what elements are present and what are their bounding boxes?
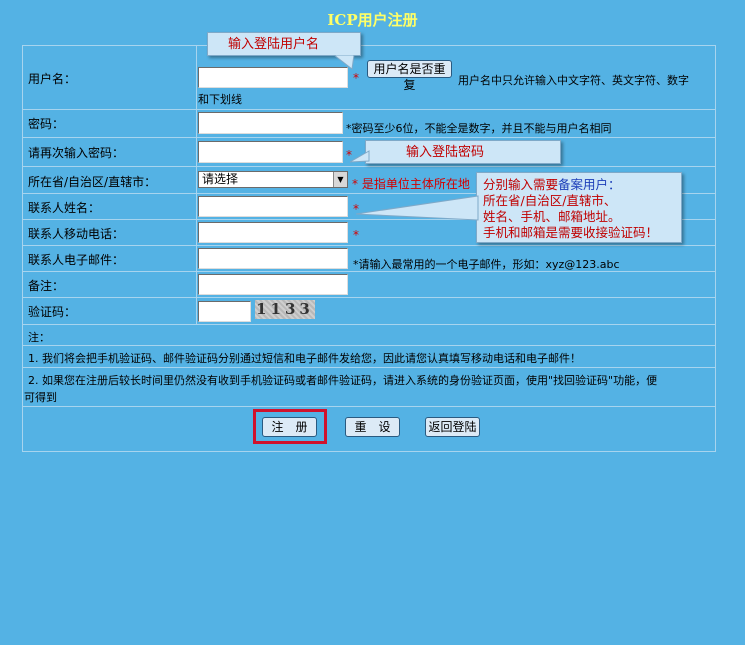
- check-username-button[interactable]: 用户名是否重复: [367, 60, 452, 92]
- note-2: 2. 如果您在注册后较长时间里仍然没有收到手机验证码或者邮件验证码，请进入系统的…: [28, 374, 658, 387]
- username-input[interactable]: [198, 67, 348, 88]
- username-tip-callout: 输入登陆用户名: [207, 32, 361, 56]
- row-divider: [23, 345, 715, 346]
- contact-tip-line2: 所在省/自治区/直辖市、: [483, 193, 617, 208]
- username-required-mark: *: [353, 71, 359, 85]
- password-confirm-input[interactable]: [198, 141, 343, 163]
- remark-input[interactable]: [198, 274, 348, 295]
- contact-email-hint: *请输入最常用的一个电子邮件，形如：xyz@123.abc: [353, 258, 620, 271]
- password-confirm-label: 请再次输入密码：: [28, 146, 125, 160]
- captcha-image[interactable]: 1133: [255, 300, 315, 319]
- note-2-continued: 可得到: [24, 391, 57, 404]
- contact-tip-callout: 分别输入需要备案用户： 所在省/自治区/直辖市、 姓名、手机、邮箱地址。 手机和…: [476, 172, 682, 243]
- province-label: 所在省/自治区/直辖市：: [28, 175, 157, 189]
- contact-name-label: 联系人姓名：: [28, 201, 101, 215]
- contact-email-label: 联系人电子邮件：: [28, 253, 125, 267]
- register-button[interactable]: 注 册: [262, 417, 317, 437]
- password-hint: *密码至少6位，不能全是数字，并且不能与用户名相同: [346, 122, 612, 135]
- row-divider: [23, 109, 715, 110]
- password-label: 密码：: [28, 117, 65, 131]
- note-1: 1. 我们将会把手机验证码、邮件验证码分别通过短信和电子邮件发给您，因此请您认真…: [28, 352, 581, 365]
- row-divider: [23, 137, 715, 138]
- row-divider: [23, 166, 715, 167]
- back-to-login-button[interactable]: 返回登陆: [425, 417, 480, 437]
- notes-heading: 注：: [28, 331, 50, 344]
- chevron-down-icon[interactable]: ▼: [333, 172, 347, 187]
- column-divider: [196, 46, 197, 324]
- contact-email-input[interactable]: [198, 248, 348, 269]
- contact-tip-line1: 分别输入需要: [483, 177, 559, 192]
- row-divider: [23, 245, 715, 246]
- province-hint: * 是指单位主体所在地: [352, 177, 470, 191]
- registration-form: [22, 45, 716, 452]
- contact-mobile-input[interactable]: [198, 222, 348, 243]
- username-hint-continued: 和下划线: [198, 93, 242, 106]
- captcha-label: 验证码：: [28, 305, 77, 319]
- callout-pointer: [350, 150, 370, 163]
- callout-pointer: [333, 55, 355, 70]
- password-tip-callout: 输入登陆密码: [365, 140, 561, 164]
- contact-name-input[interactable]: [198, 196, 348, 217]
- contact-tip-line3: 姓名、手机、邮箱地址。: [483, 209, 621, 224]
- username-label: 用户名：: [28, 72, 77, 86]
- callout-pointer: [356, 195, 479, 221]
- contact-mobile-required-mark: *: [353, 228, 359, 242]
- page-title: ICP用户注册: [327, 11, 418, 29]
- contact-tip-line4: 手机和邮箱是需要收接验证码！: [483, 225, 659, 240]
- contact-tip-line1-highlight: 备案用户：: [558, 177, 621, 192]
- row-divider: [23, 367, 715, 368]
- reset-button[interactable]: 重 设: [345, 417, 400, 437]
- contact-mobile-label: 联系人移动电话：: [28, 227, 125, 241]
- captcha-input[interactable]: [198, 301, 251, 322]
- row-divider: [23, 406, 715, 407]
- password-input[interactable]: [198, 112, 343, 134]
- remark-label: 备注：: [28, 279, 65, 293]
- row-divider: [23, 297, 715, 298]
- row-divider: [23, 324, 715, 325]
- province-selected-value: 请选择: [202, 172, 239, 186]
- province-select[interactable]: 请选择 ▼: [198, 171, 348, 188]
- username-hint: 用户名中只允许输入中文字符、英文字符、数字: [458, 74, 689, 87]
